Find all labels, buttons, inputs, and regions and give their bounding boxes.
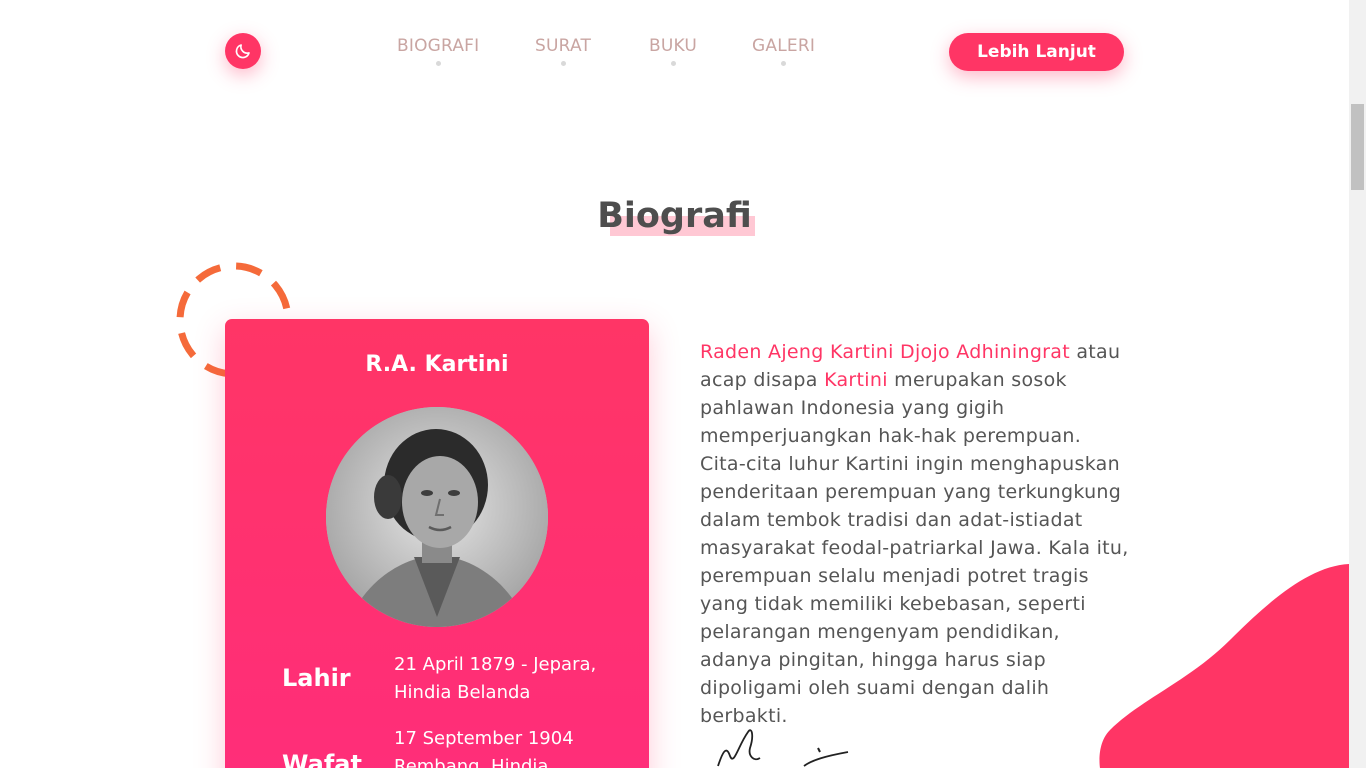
- bio-text: merupakan sosok pahlawan Indonesia yang …: [700, 369, 1129, 727]
- scrollbar-thumb[interactable]: [1351, 104, 1364, 190]
- nav-item-galeri[interactable]: GALERI: [752, 36, 815, 66]
- vertical-scrollbar[interactable]: [1349, 0, 1366, 768]
- portrait-photo: [326, 407, 548, 627]
- theme-toggle-button[interactable]: [225, 33, 261, 69]
- nav-item-label: BUKU: [649, 36, 698, 56]
- nav-dot: [781, 61, 787, 66]
- died-label: Wafat: [282, 750, 362, 768]
- moon-icon: [235, 44, 250, 59]
- bio-highlight-name: Kartini: [824, 369, 888, 391]
- nav-item-surat[interactable]: SURAT: [535, 36, 591, 66]
- nav-item-biografi[interactable]: BIOGRAFI: [397, 36, 479, 66]
- nav-item-buku[interactable]: BUKU: [649, 36, 697, 66]
- died-value: 17 September 1904 Rembang, Hindia: [394, 728, 574, 768]
- lebih-lanjut-button[interactable]: Lebih Lanjut: [949, 33, 1124, 71]
- profile-card: R.A. Kartini Lahir 21 April 1879 - Jepar…: [225, 319, 649, 768]
- born-value: 21 April 1879 - Jepara, Hindia Belanda: [394, 654, 597, 703]
- section-title: Biografi: [597, 196, 752, 236]
- nav-item-label: BIOGRAFI: [397, 36, 480, 56]
- card-name: R.A. Kartini: [365, 352, 509, 377]
- nav-dot: [435, 61, 441, 66]
- nav-dot: [670, 61, 676, 66]
- page: BIOGRAFI SURAT BUKU GALERI Lebih Lanjut …: [0, 0, 1349, 768]
- born-label: Lahir: [282, 664, 351, 692]
- nav-item-label: SURAT: [535, 36, 592, 56]
- nav-dot: [560, 61, 566, 66]
- bio-highlight-fullname: Raden Ajeng Kartini Djojo Adhiningrat: [700, 341, 1070, 363]
- nav-item-label: GALERI: [752, 36, 816, 56]
- biography-paragraph: Raden Ajeng Kartini Djojo Adhiningrat at…: [700, 338, 1130, 730]
- signature-image: [717, 729, 849, 767]
- decorative-blob: [1099, 564, 1349, 768]
